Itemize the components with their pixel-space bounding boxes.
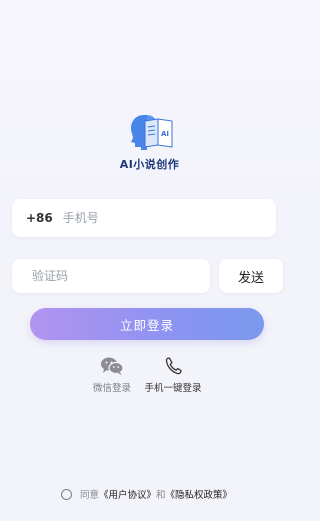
wechat-login-button[interactable]: 微信登录 xyxy=(90,356,134,394)
agreement-prefix: 同意 xyxy=(80,490,100,501)
agreement-row: 同意 《用户协议》 和 《隐私权政策》 xyxy=(61,486,232,502)
wechat-icon xyxy=(101,357,124,375)
one-key-login-label: 手机一键登录 xyxy=(144,383,202,394)
wechat-login-label: 微信登录 xyxy=(92,383,131,394)
phone-input[interactable] xyxy=(60,210,255,226)
one-key-login-button[interactable]: 手机一键登录 xyxy=(140,356,206,394)
send-code-label: 发送 xyxy=(237,270,264,286)
svg-text:AI: AI xyxy=(161,130,169,138)
verification-code-field[interactable] xyxy=(12,259,210,293)
user-agreement-link[interactable]: 《用户协议》 xyxy=(99,487,156,501)
privacy-policy-link[interactable]: 《隐私权政策》 xyxy=(166,487,233,501)
agreement-conjunction: 和 xyxy=(156,490,166,501)
send-code-button[interactable]: 发送 xyxy=(219,259,283,293)
login-button-label: 立即登录 xyxy=(119,317,174,333)
phone-icon xyxy=(165,357,182,375)
country-code[interactable]: +86 xyxy=(26,211,53,225)
app-logo: AI AI小说创作 xyxy=(0,112,299,174)
phone-field[interactable]: +86 xyxy=(12,199,276,237)
verification-code-input[interactable] xyxy=(30,268,204,284)
app-title: AI小说创作 xyxy=(119,158,180,171)
agreement-checkbox[interactable] xyxy=(61,488,72,500)
logo-icon: AI xyxy=(130,115,172,150)
login-page: AI AI小说创作 +86 发送 立即登录 微信登录 手机一键登录 xyxy=(0,0,299,521)
login-button[interactable]: 立即登录 xyxy=(30,308,264,340)
